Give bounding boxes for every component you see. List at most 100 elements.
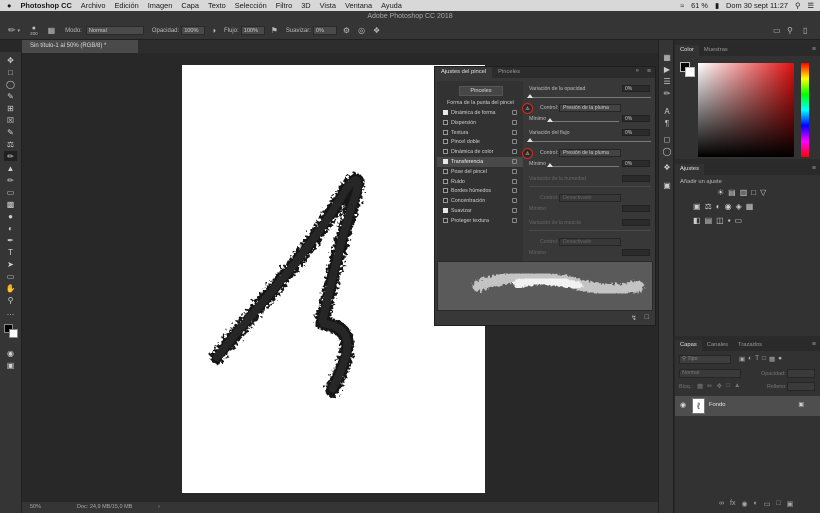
notification-icon[interactable]: ☰ — [807, 1, 814, 10]
opacity-pressure-icon[interactable]: ◑ — [211, 26, 216, 35]
layer-row[interactable]: ◉ ℓ Fondo ▣ — [675, 396, 820, 416]
smooth-options-icon[interactable]: ⚙ — [343, 26, 350, 35]
brush-option-item[interactable]: Dispersión — [437, 118, 523, 128]
tab-channels[interactable]: Canales — [702, 340, 733, 351]
option-checkbox[interactable] — [443, 198, 448, 204]
pressure-size-icon[interactable]: ◎ — [358, 26, 365, 35]
filter-toggle-icon[interactable]: ● — [778, 355, 782, 363]
brush-tool-icon[interactable]: ✏ — [8, 25, 16, 36]
color-panel-menu-icon[interactable]: ≡ — [812, 46, 816, 53]
clock[interactable]: Dom 30 sept 11:27 — [726, 1, 788, 10]
option-checkbox[interactable] — [443, 217, 448, 223]
fill-input[interactable] — [787, 382, 815, 391]
layer-opacity-input[interactable] — [787, 369, 815, 378]
zoom-level[interactable]: 50% — [30, 502, 41, 513]
tab-color[interactable]: Color — [675, 45, 699, 56]
flow-jitter-value[interactable]: 0% — [622, 129, 650, 136]
opacity-jitter-knob[interactable] — [527, 94, 533, 98]
channel-mixer-icon[interactable]: ◈ — [736, 202, 742, 211]
minimum-knob-1[interactable] — [547, 118, 553, 122]
blend-mode-select[interactable]: Normal — [679, 369, 741, 378]
menu-3d[interactable]: 3D — [301, 1, 310, 10]
menu-seleccion[interactable]: Selección — [235, 1, 267, 10]
brush-preset-picker[interactable]: ● 200 — [30, 25, 38, 36]
option-lock-icon[interactable] — [512, 139, 517, 145]
minimum-knob-2[interactable] — [547, 163, 553, 167]
opacity-jitter-value[interactable]: 0% — [622, 85, 650, 92]
flow-jitter-knob[interactable] — [527, 138, 533, 142]
layer-style-icon[interactable]: fx — [730, 500, 735, 508]
new-group-icon[interactable]: ▭ — [764, 500, 771, 508]
option-checkbox[interactable] — [443, 178, 448, 184]
tab-swatches[interactable]: Muestras — [699, 45, 733, 56]
menu-ventana[interactable]: Ventana — [345, 1, 372, 10]
history-brush-tool-icon[interactable]: ✏ — [4, 175, 17, 185]
toggle-brush-preview-icon[interactable]: ↯ — [631, 314, 637, 322]
option-lock-icon[interactable] — [512, 110, 517, 115]
hue-slider[interactable] — [801, 63, 809, 157]
link-layers-icon[interactable]: ∞ — [719, 500, 724, 508]
new-brush-icon[interactable]: □ — [645, 314, 649, 321]
blur-tool-icon[interactable]: ● — [4, 211, 17, 221]
document-tab[interactable]: Sin título-1 al 50% (RGB/8) * — [22, 40, 138, 53]
filter-shape-icon[interactable]: □ — [762, 355, 766, 363]
option-checkbox[interactable] — [443, 208, 448, 213]
status-menu-icon[interactable]: › — [158, 502, 160, 513]
workspace-icon[interactable]: ▭ — [773, 26, 781, 35]
color-lookup-icon[interactable]: ▦ — [746, 202, 754, 211]
option-checkbox[interactable] — [443, 110, 448, 115]
filter-adjust-icon[interactable]: ◐ — [748, 355, 752, 363]
layer-name[interactable]: Fondo — [709, 402, 725, 408]
filter-pixel-icon[interactable]: ▣ — [739, 355, 745, 363]
color-balance-icon[interactable]: ⚖ — [705, 202, 712, 211]
delete-layer-icon[interactable]: ▣ — [787, 500, 794, 508]
tab-brushes[interactable]: Pinceles — [492, 67, 526, 78]
black-white-icon[interactable]: ◐ — [716, 202, 721, 211]
menu-capa[interactable]: Capa — [181, 1, 199, 10]
pen-tool-icon[interactable]: ✒ — [4, 235, 17, 245]
option-lock-icon[interactable] — [512, 119, 517, 125]
search-tool-icon[interactable]: ⚲ — [787, 26, 793, 35]
more-tools-icon[interactable]: … — [4, 307, 17, 317]
minimum-value-1[interactable]: 0% — [622, 115, 650, 122]
vibrance-icon[interactable]: ▽ — [760, 188, 766, 197]
option-lock-icon[interactable] — [512, 159, 517, 164]
menu-imagen[interactable]: Imagen — [148, 1, 173, 10]
option-lock-icon[interactable] — [512, 188, 517, 194]
brightness-icon[interactable]: ☀ — [717, 188, 724, 197]
swatches-panel-icon[interactable]: ▣ — [662, 180, 672, 190]
option-lock-icon[interactable] — [512, 178, 517, 184]
lock-artboard-icon[interactable]: □ — [726, 382, 730, 390]
brush-option-item[interactable]: Ruido — [437, 177, 523, 187]
minimum-slider-1[interactable] — [549, 121, 619, 122]
filter-smart-icon[interactable]: ▦ — [769, 355, 775, 363]
control-select-2[interactable]: Presión de la pluma — [559, 149, 621, 157]
frame-tool-icon[interactable]: ☒ — [4, 115, 17, 125]
libraries-panel-icon[interactable]: ◻ — [662, 134, 672, 144]
path-select-tool-icon[interactable]: ➤ — [4, 259, 17, 269]
opacity-jitter-slider[interactable] — [529, 97, 651, 98]
battery-percent[interactable]: 61 % — [691, 1, 708, 10]
smooth-input[interactable]: 0% — [312, 26, 337, 35]
tool-preset-dropdown-icon[interactable]: ▾ — [18, 28, 21, 34]
properties-panel-icon[interactable]: ☰ — [662, 76, 672, 86]
symmetry-icon[interactable]: ❖ — [373, 26, 380, 35]
type-tool-icon[interactable]: T — [4, 247, 17, 257]
brush-tool-icon[interactable]: ✏ — [4, 151, 17, 161]
flow-jitter-slider[interactable] — [529, 141, 651, 142]
option-lock-icon[interactable] — [512, 198, 517, 204]
character-panel-icon[interactable]: A — [662, 106, 672, 116]
add-mask-icon[interactable]: ◉ — [741, 500, 747, 508]
minimum-value-2[interactable]: 0% — [622, 160, 650, 167]
menu-ayuda[interactable]: Ayuda — [381, 1, 402, 10]
lasso-tool-icon[interactable]: ◯ — [4, 79, 17, 89]
menu-app[interactable]: Photoshop CC — [20, 1, 71, 10]
option-lock-icon[interactable] — [512, 168, 517, 174]
option-checkbox[interactable] — [443, 168, 448, 174]
control-select-1[interactable]: Presión de la pluma — [559, 104, 621, 112]
new-layer-icon[interactable]: □ — [776, 500, 780, 508]
paragraph-panel-icon[interactable]: ¶ — [662, 118, 672, 128]
brush-option-item[interactable]: Dinámica de forma — [437, 108, 523, 118]
share-icon[interactable]: ▯ — [803, 26, 807, 35]
eraser-tool-icon[interactable]: ▭ — [4, 187, 17, 197]
